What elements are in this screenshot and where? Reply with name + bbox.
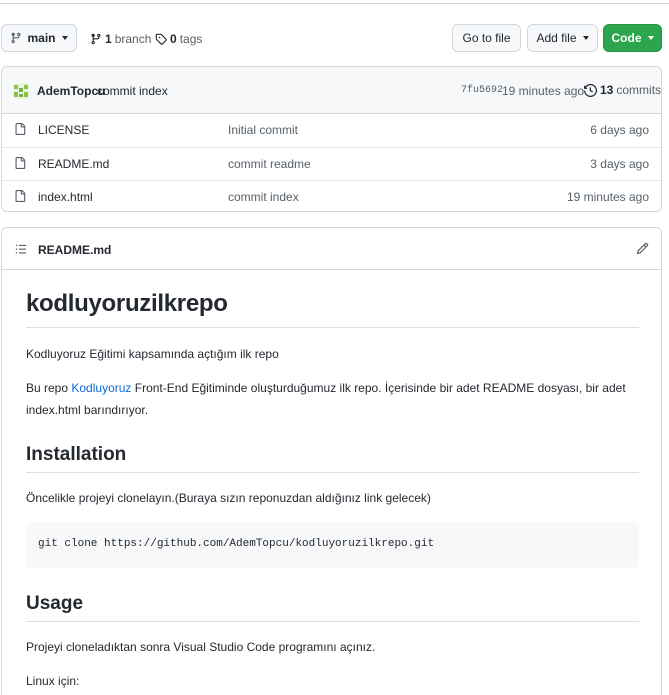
tags-link[interactable]: 0 tags: [155, 31, 202, 47]
branch-name: main: [27, 31, 56, 45]
installation-divider: [26, 472, 639, 473]
history-icon: [584, 83, 597, 97]
chevron-down-icon: [647, 36, 654, 40]
readme-header: README.md: [2, 228, 661, 270]
file-listing: AdemTopcu commit index 7fu5692 19 minute…: [1, 66, 662, 212]
description-text: Bu repo: [26, 381, 72, 395]
file-age: 6 days ago: [590, 123, 649, 137]
tags-count: 0: [170, 32, 177, 46]
branch-icon: [90, 33, 105, 45]
go-to-file-label: Go to file: [462, 31, 511, 45]
title-divider: [26, 327, 639, 328]
commits-link[interactable]: 13 commits: [584, 83, 661, 97]
branch-select-button[interactable]: main: [1, 24, 77, 52]
clone-code-block[interactable]: git clone https://github.com/AdemTopcu/k…: [26, 522, 639, 568]
file-name[interactable]: LICENSE: [38, 123, 89, 137]
clone-command: git clone https://github.com/AdemTopcu/k…: [38, 538, 435, 550]
file-age: 3 days ago: [590, 157, 649, 171]
file-row-license[interactable]: LICENSE Initial commit 6 days ago: [2, 114, 661, 146]
file-rows: LICENSE Initial commit 6 days ago README…: [2, 114, 661, 211]
file-icon: [14, 189, 26, 206]
commit-sha[interactable]: 7fu5692: [461, 85, 503, 96]
add-file-button[interactable]: Add file: [527, 24, 598, 52]
chevron-down-icon: [582, 36, 589, 40]
commit-time: 19 minutes ago: [502, 84, 585, 98]
tags-label: tags: [179, 32, 203, 46]
add-file-label: Add file: [536, 31, 577, 45]
code-label: Code: [611, 31, 642, 45]
file-name[interactable]: README.md: [38, 157, 109, 171]
file-commit-message[interactable]: commit readme: [228, 157, 311, 171]
file-name[interactable]: index.html: [38, 190, 93, 204]
usage-text: Projeyi cloneladıktan sonra Visual Studi…: [26, 640, 376, 654]
branches-link[interactable]: 1 branch: [90, 31, 151, 47]
linux-text: Linux için:: [26, 674, 80, 688]
code-button[interactable]: Code: [603, 24, 662, 52]
readme-box: README.md kodluyoruzilkrepo Kodluyoruz E…: [1, 227, 662, 695]
top-divider: [0, 0, 669, 4]
tag-icon: [155, 33, 170, 45]
readme-intro: Kodluyoruz Eğitimi kapsamında açtığım il…: [26, 347, 279, 361]
file-row-readme[interactable]: README.md commit readme 3 days ago: [2, 147, 661, 179]
chevron-down-icon: [61, 36, 68, 40]
readme-filename[interactable]: README.md: [38, 243, 111, 257]
commit-author[interactable]: AdemTopcu: [37, 84, 105, 98]
pencil-icon[interactable]: [636, 242, 649, 255]
list-icon[interactable]: [15, 243, 27, 255]
installation-heading: Installation: [26, 444, 127, 465]
file-row-index[interactable]: index.html commit index 19 minutes ago: [2, 180, 661, 211]
kodluyoruz-link[interactable]: Kodluyoruz: [71, 381, 131, 395]
usage-divider: [26, 621, 639, 622]
branch-icon: [10, 32, 22, 44]
avatar[interactable]: [13, 83, 29, 99]
file-age: 19 minutes ago: [566, 190, 649, 204]
commits-count: 13: [600, 83, 614, 97]
branches-label: branch: [114, 32, 152, 46]
commits-label: commits: [616, 83, 662, 97]
description-text: Front-End Eğitiminde oluşturduğumuz ilk …: [131, 381, 626, 395]
installation-text: Öncelikle projeyi clonelayın.(Buraya sız…: [26, 491, 431, 505]
file-commit-message[interactable]: commit index: [228, 190, 299, 204]
go-to-file-button[interactable]: Go to file: [452, 24, 521, 52]
file-icon: [14, 156, 26, 173]
branches-count: 1: [105, 32, 112, 46]
description-text: index.html barındırıyor.: [26, 403, 149, 417]
usage-heading: Usage: [26, 593, 84, 614]
readme-description: Bu repo Kodluyoruz Front-End Eğitiminde …: [26, 377, 626, 421]
commit-message[interactable]: commit index: [97, 84, 168, 98]
file-icon: [14, 122, 26, 139]
readme-title: kodluyoruzilkrepo: [26, 290, 228, 317]
latest-commit-bar: AdemTopcu commit index 7fu5692 19 minute…: [2, 67, 661, 114]
file-commit-message[interactable]: Initial commit: [228, 123, 298, 137]
